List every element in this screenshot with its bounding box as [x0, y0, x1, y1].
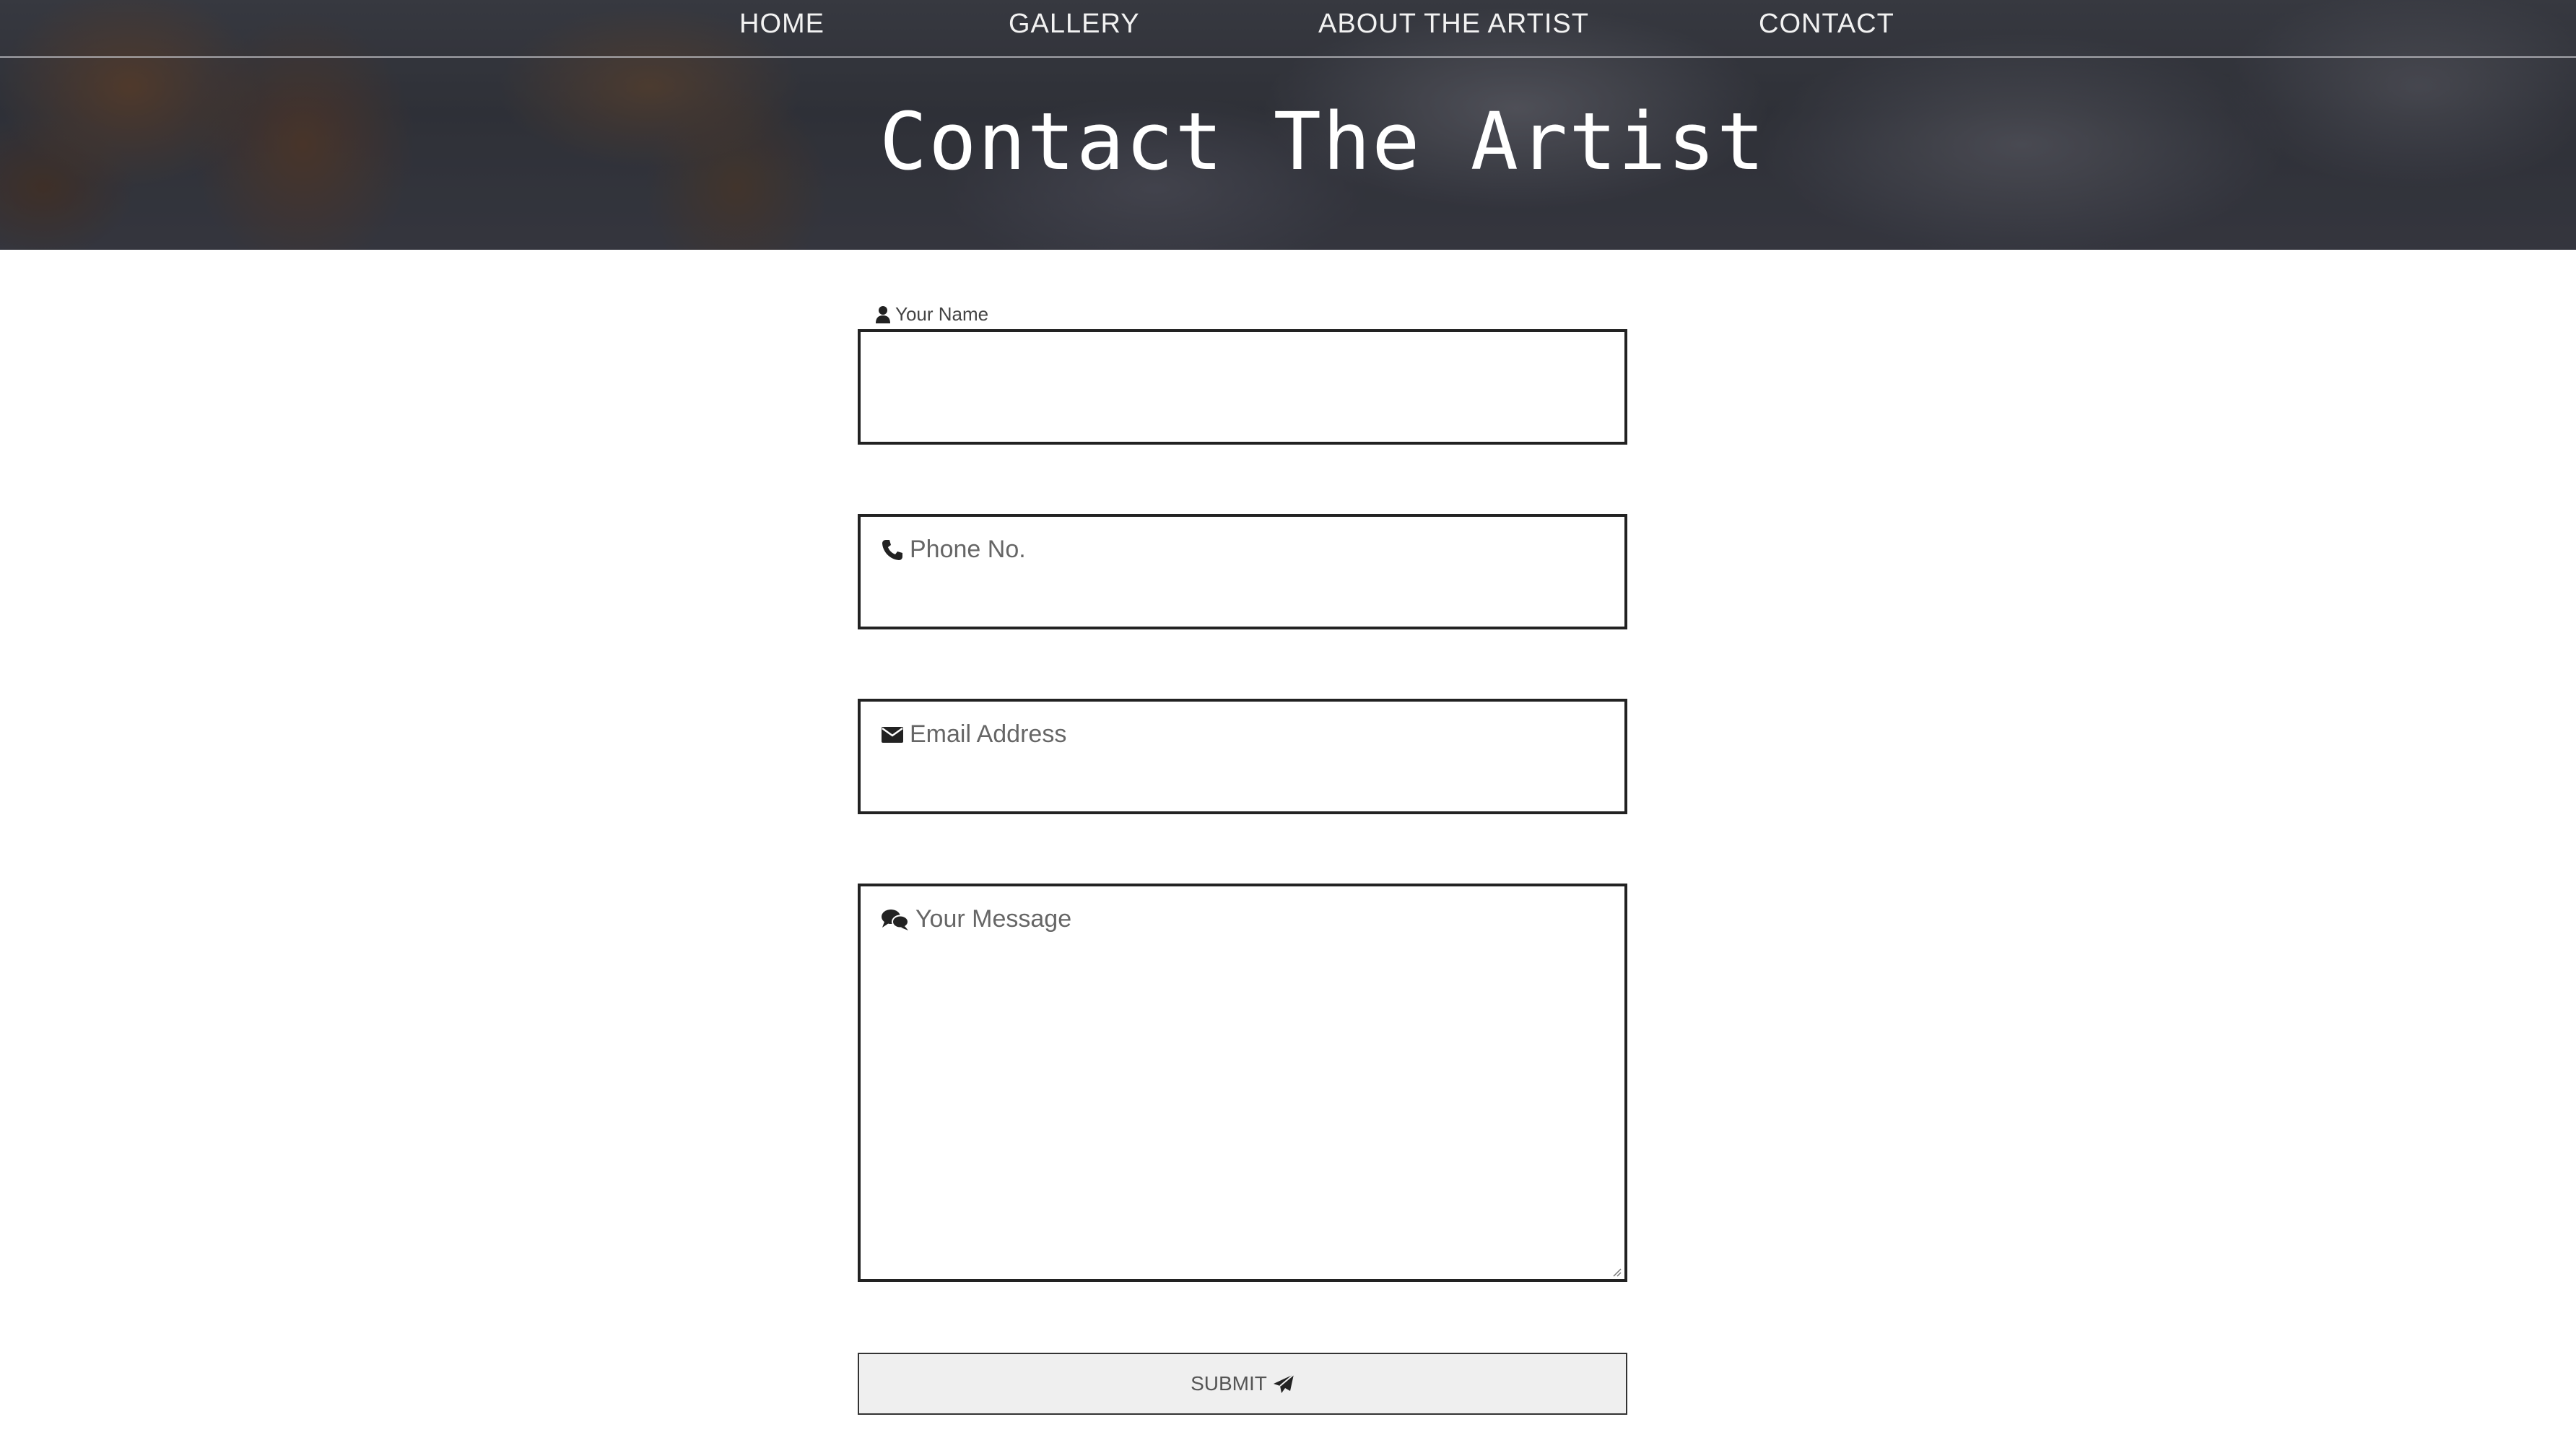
resize-handle[interactable] [1611, 1266, 1622, 1277]
name-label: Your Name [875, 303, 988, 326]
nav-contact[interactable]: CONTACT [1759, 9, 1894, 40]
page-title: Contact The Artist [879, 95, 1767, 188]
top-nav: HOME GALLERY ABOUT THE ARTIST CONTACT [0, 0, 2576, 58]
email-placeholder-text: Email Address [910, 720, 1067, 748]
phone-placeholder-text: Phone No. [910, 536, 1026, 563]
envelope-icon [881, 725, 904, 744]
hero-banner: HOME GALLERY ABOUT THE ARTIST CONTACT Co… [0, 0, 2576, 250]
nav-home[interactable]: HOME [739, 9, 824, 40]
submit-label: SUBMIT [1191, 1372, 1267, 1395]
message-placeholder-text: Your Message [915, 905, 1072, 933]
chat-icon [881, 908, 910, 931]
phone-icon [881, 538, 904, 562]
phone-placeholder: Phone No. [881, 536, 1026, 564]
email-placeholder: Email Address [881, 720, 1066, 749]
email-input[interactable]: Email Address [858, 699, 1627, 814]
name-label-text: Your Name [895, 303, 989, 325]
nav-about-the-artist[interactable]: ABOUT THE ARTIST [1318, 9, 1589, 40]
message-textarea[interactable]: Your Message [858, 884, 1627, 1282]
user-icon [875, 305, 891, 324]
phone-input[interactable]: Phone No. [858, 514, 1627, 629]
paper-plane-icon [1273, 1374, 1294, 1394]
message-placeholder: Your Message [881, 905, 1071, 933]
submit-button[interactable]: SUBMIT [858, 1353, 1627, 1415]
name-input[interactable] [858, 329, 1627, 445]
nav-gallery[interactable]: GALLERY [1009, 9, 1140, 40]
